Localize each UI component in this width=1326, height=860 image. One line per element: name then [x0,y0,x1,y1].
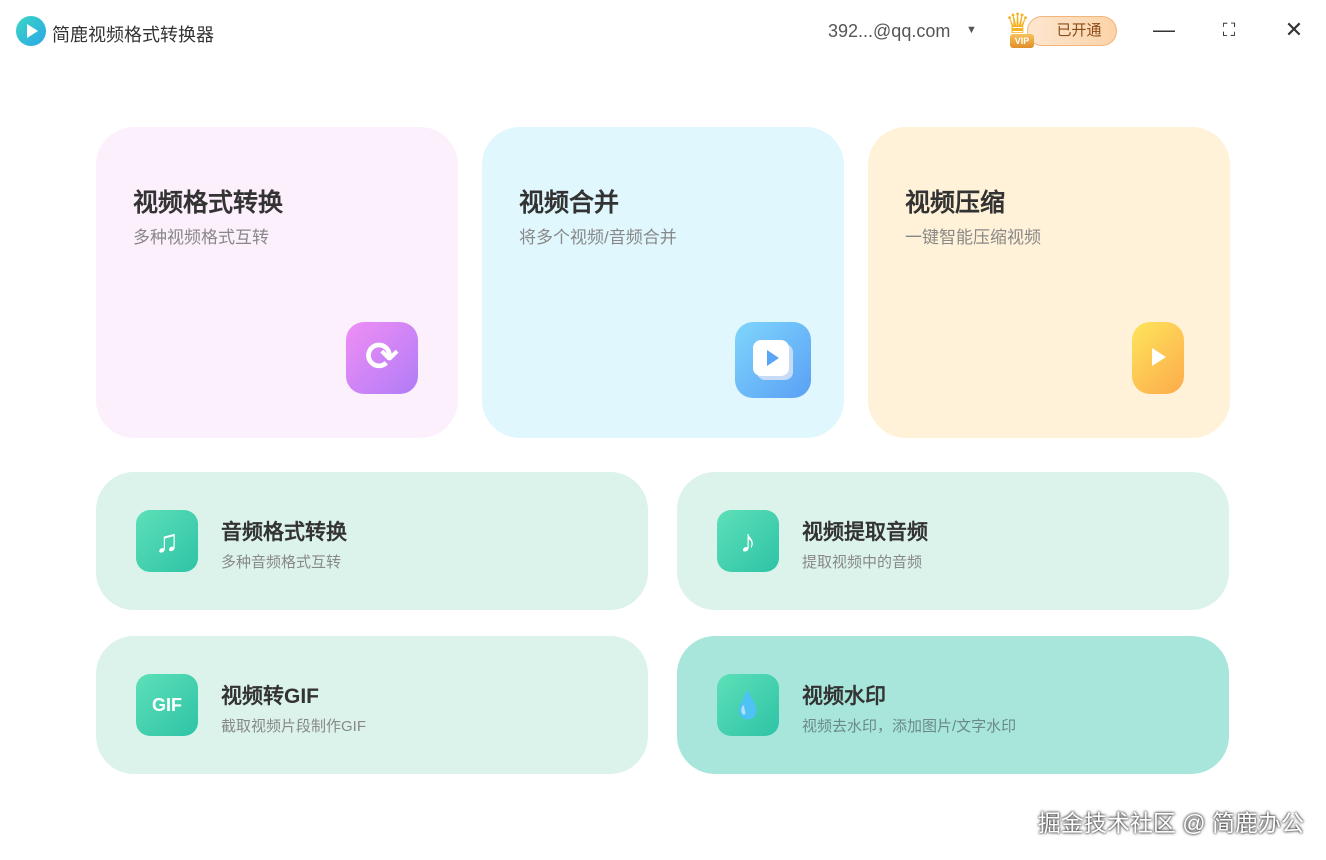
card-title: 视频合并 [519,183,619,219]
watermark-text: 掘金技术社区 @ 简鹿办公 [1038,804,1304,838]
card-subtitle: 视频去水印，添加图片/文字水印 [802,715,1016,736]
music-note-icon: ♫ [136,510,198,572]
convert-camera-icon: ⟳ [346,322,418,394]
gif-icon: GIF [136,674,198,736]
minimize-button[interactable]: — [1150,16,1178,44]
account-menu[interactable]: 392...@qq.com [828,21,950,42]
extract-audio-icon: ♪ [717,510,779,572]
merge-play-icon [735,322,811,398]
card-video-to-gif[interactable]: GIF 视频转GIF 截取视频片段制作GIF [96,636,648,774]
card-title: 音频格式转换 [221,516,347,546]
card-audio-format-convert[interactable]: ♫ 音频格式转换 多种音频格式互转 [96,472,648,610]
maximize-button[interactable]: ⛶ [1215,16,1243,44]
card-video-compress[interactable]: 视频压缩 一键智能压缩视频 [868,127,1230,438]
card-subtitle: 多种视频格式互转 [133,223,269,248]
card-video-watermark[interactable]: 💧 视频水印 视频去水印，添加图片/文字水印 [677,636,1229,774]
card-video-merge[interactable]: 视频合并 将多个视频/音频合并 [482,127,844,438]
card-subtitle: 截取视频片段制作GIF [221,715,366,736]
chevron-down-icon[interactable]: ▼ [966,24,977,36]
card-extract-audio[interactable]: ♪ 视频提取音频 提取视频中的音频 [677,472,1229,610]
card-title: 视频格式转换 [133,183,283,219]
vip-button[interactable]: 已开通 ♛ VIP [1005,10,1117,50]
card-video-format-convert[interactable]: 视频格式转换 多种视频格式互转 ⟳ [96,127,458,438]
card-subtitle: 提取视频中的音频 [802,551,922,572]
card-title: 视频转GIF [221,680,319,710]
card-title: 视频压缩 [905,183,1005,219]
compress-play-icon [1132,322,1184,394]
card-title: 视频水印 [802,680,886,710]
card-title: 视频提取音频 [802,516,928,546]
close-button[interactable]: ✕ [1280,16,1308,44]
water-drop-icon: 💧 [717,674,779,736]
card-subtitle: 多种音频格式互转 [221,551,341,572]
title-bar: 简鹿视频格式转换器 392...@qq.com ▼ 已开通 ♛ VIP — ⛶ … [0,0,1326,62]
card-subtitle: 一键智能压缩视频 [905,223,1041,248]
card-subtitle: 将多个视频/音频合并 [519,223,677,248]
app-logo-icon [16,16,46,46]
app-title: 简鹿视频格式转换器 [52,21,214,47]
vip-badge: VIP [1010,34,1034,48]
